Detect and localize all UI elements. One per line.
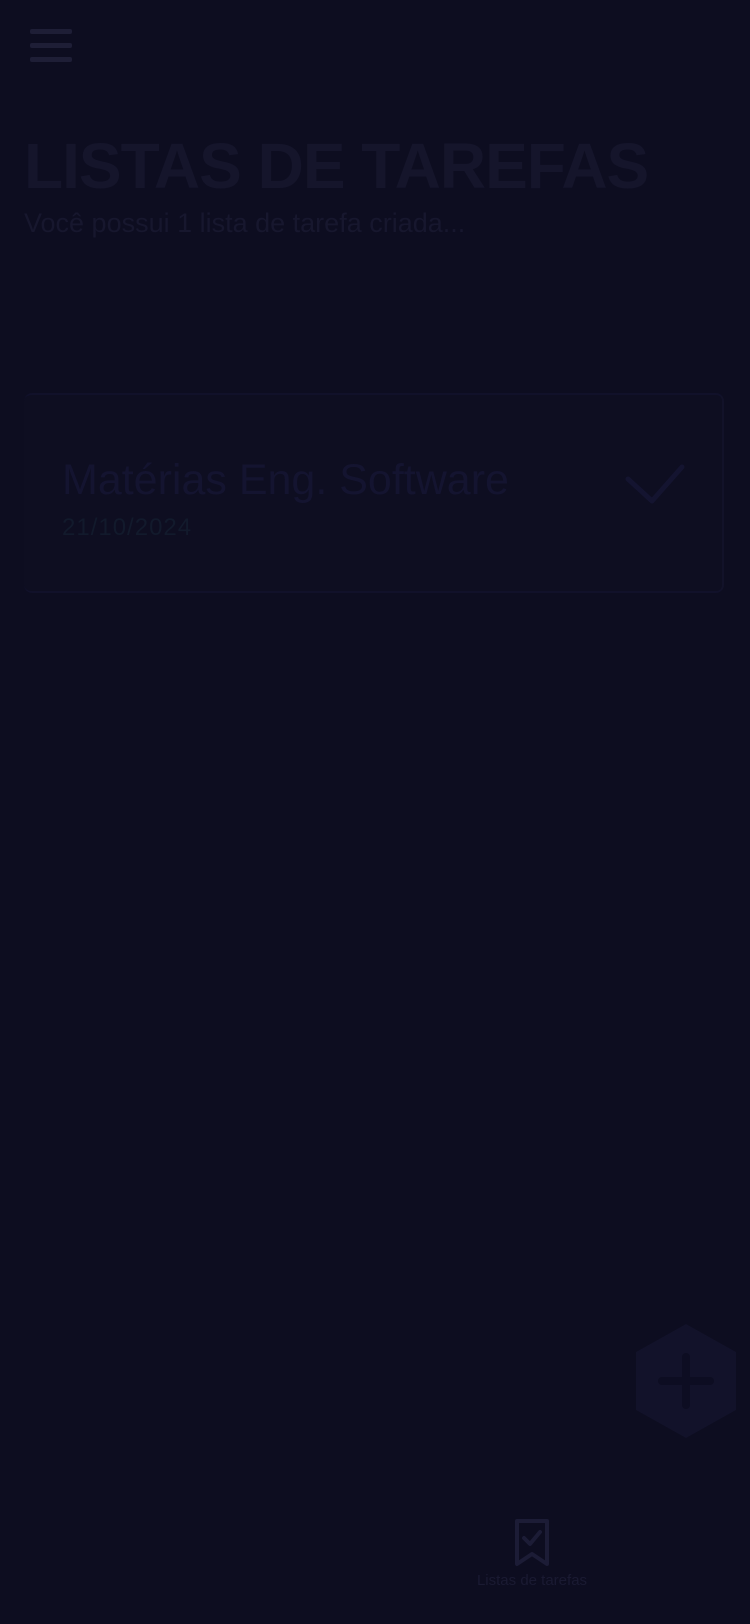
bookmark-check-icon [515,1519,549,1566]
page-header: LISTAS DE TAREFAS Você possui 1 lista de… [24,130,724,240]
hamburger-menu-icon-line [30,43,72,48]
bottom-navigation: Listas de tarefas [0,1500,750,1624]
nav-item-label: Listas de tarefas [476,1572,588,1589]
task-list-card[interactable]: Matérias Eng. Software 21/10/2024 [24,393,724,593]
menu-button[interactable] [28,26,76,66]
page-subtitle: Você possui 1 lista de tarefa criada... [24,208,466,238]
task-list-date: 21/10/2024 [62,514,193,541]
check-icon[interactable] [622,461,686,509]
task-list-name: Matérias Eng. Software [62,456,509,504]
hamburger-menu-icon-line [30,57,72,62]
nav-item-task-lists[interactable]: Listas de tarefas [462,1500,602,1600]
add-list-button[interactable] [632,1322,740,1440]
hamburger-menu-icon [30,29,72,34]
page-title: LISTAS DE TAREFAS [24,130,649,202]
